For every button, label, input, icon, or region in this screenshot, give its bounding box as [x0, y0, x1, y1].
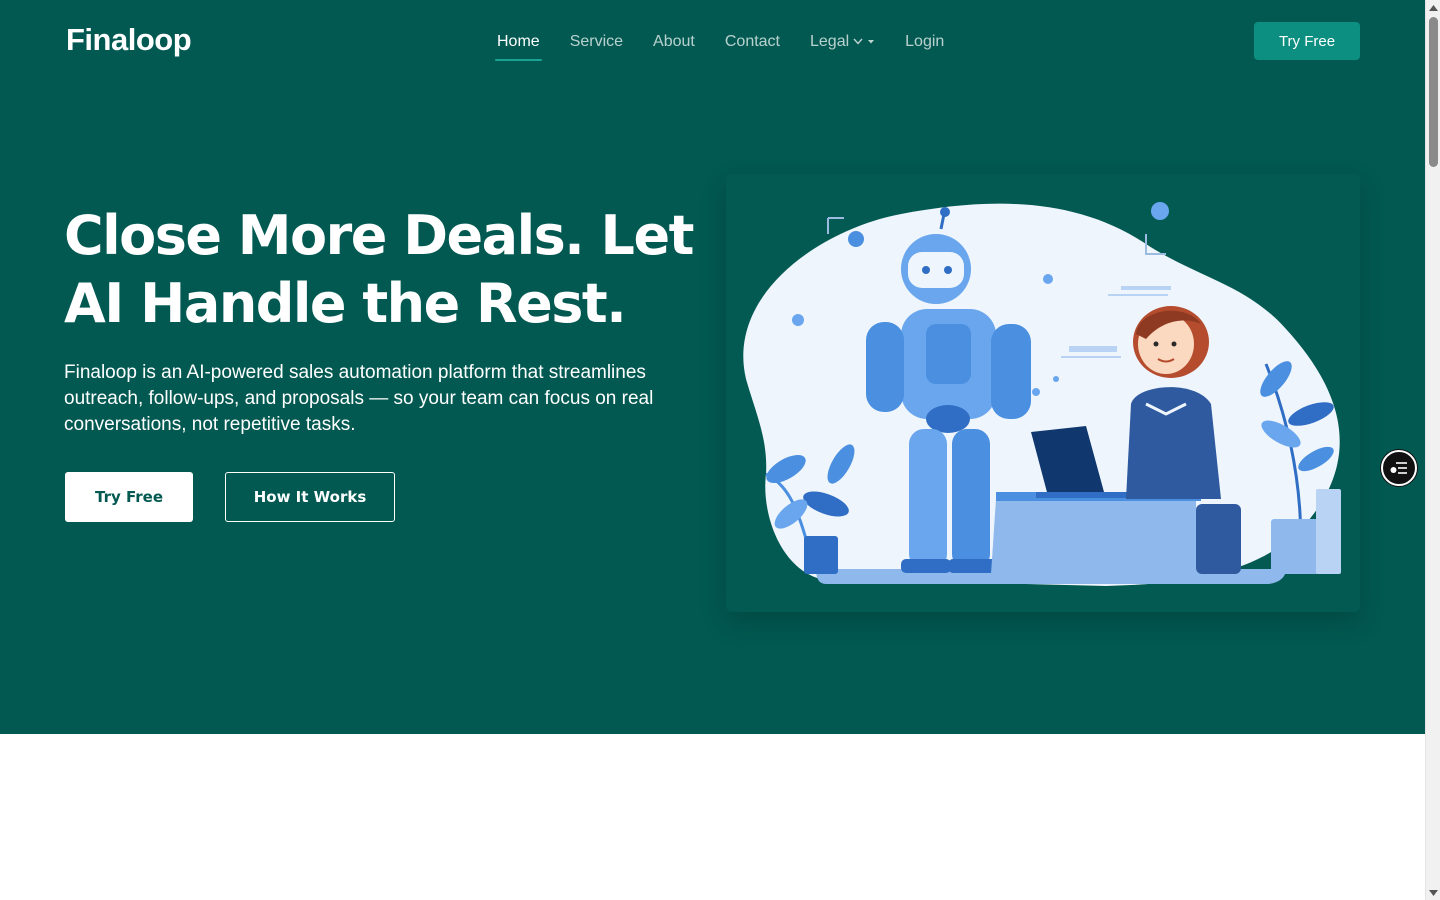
scroll-down-arrow-icon[interactable]: [1426, 885, 1440, 900]
scrollbar-thumb[interactable]: [1429, 17, 1438, 167]
hero-illustration: [726, 174, 1360, 612]
nav-legal-label: Legal: [810, 33, 850, 50]
hero-headline: Close More Deals. Let AI Handle the Rest…: [64, 202, 704, 338]
nav-home-label: Home: [497, 33, 540, 50]
logo[interactable]: Finaloop: [66, 20, 192, 60]
hero-description: Finaloop is an AI-powered sales automati…: [64, 362, 654, 435]
nav-service[interactable]: Service: [555, 24, 638, 60]
nav-about-label: About: [653, 33, 695, 50]
nav-legal-dropdown[interactable]: Legal: [795, 24, 890, 60]
header-try-free-button[interactable]: Try Free: [1254, 22, 1360, 60]
nav-contact[interactable]: Contact: [710, 24, 795, 60]
nav-home[interactable]: Home: [482, 24, 555, 61]
accessibility-menu-button[interactable]: [1381, 450, 1417, 486]
hero-headline-line2: AI Handle the Rest.: [64, 272, 627, 335]
logo-text: Finaloop: [66, 22, 192, 57]
hero-try-free-button[interactable]: Try Free: [65, 472, 193, 522]
main-nav: Home Service About Contact Legal Login: [482, 24, 959, 61]
nav-service-label: Service: [569, 33, 624, 50]
nav-contact-label: Contact: [724, 33, 780, 50]
chevron-down-icon: [853, 37, 875, 47]
how-it-works-button[interactable]: How It Works: [225, 472, 395, 522]
page: Finaloop Home Service About Contact Lega…: [0, 0, 1425, 900]
scroll-up-arrow-icon[interactable]: [1426, 0, 1440, 15]
hero-section: Finaloop Home Service About Contact Lega…: [0, 0, 1425, 734]
accessibility-menu-icon: [1390, 462, 1407, 474]
page-scrollbar[interactable]: [1425, 0, 1440, 900]
robot-and-woman-illustration: [743, 202, 1341, 586]
nav-about[interactable]: About: [638, 24, 710, 60]
nav-login-label: Login: [905, 33, 945, 50]
hero-headline-line1: Close More Deals. Let: [64, 204, 694, 267]
nav-login[interactable]: Login: [890, 24, 959, 60]
